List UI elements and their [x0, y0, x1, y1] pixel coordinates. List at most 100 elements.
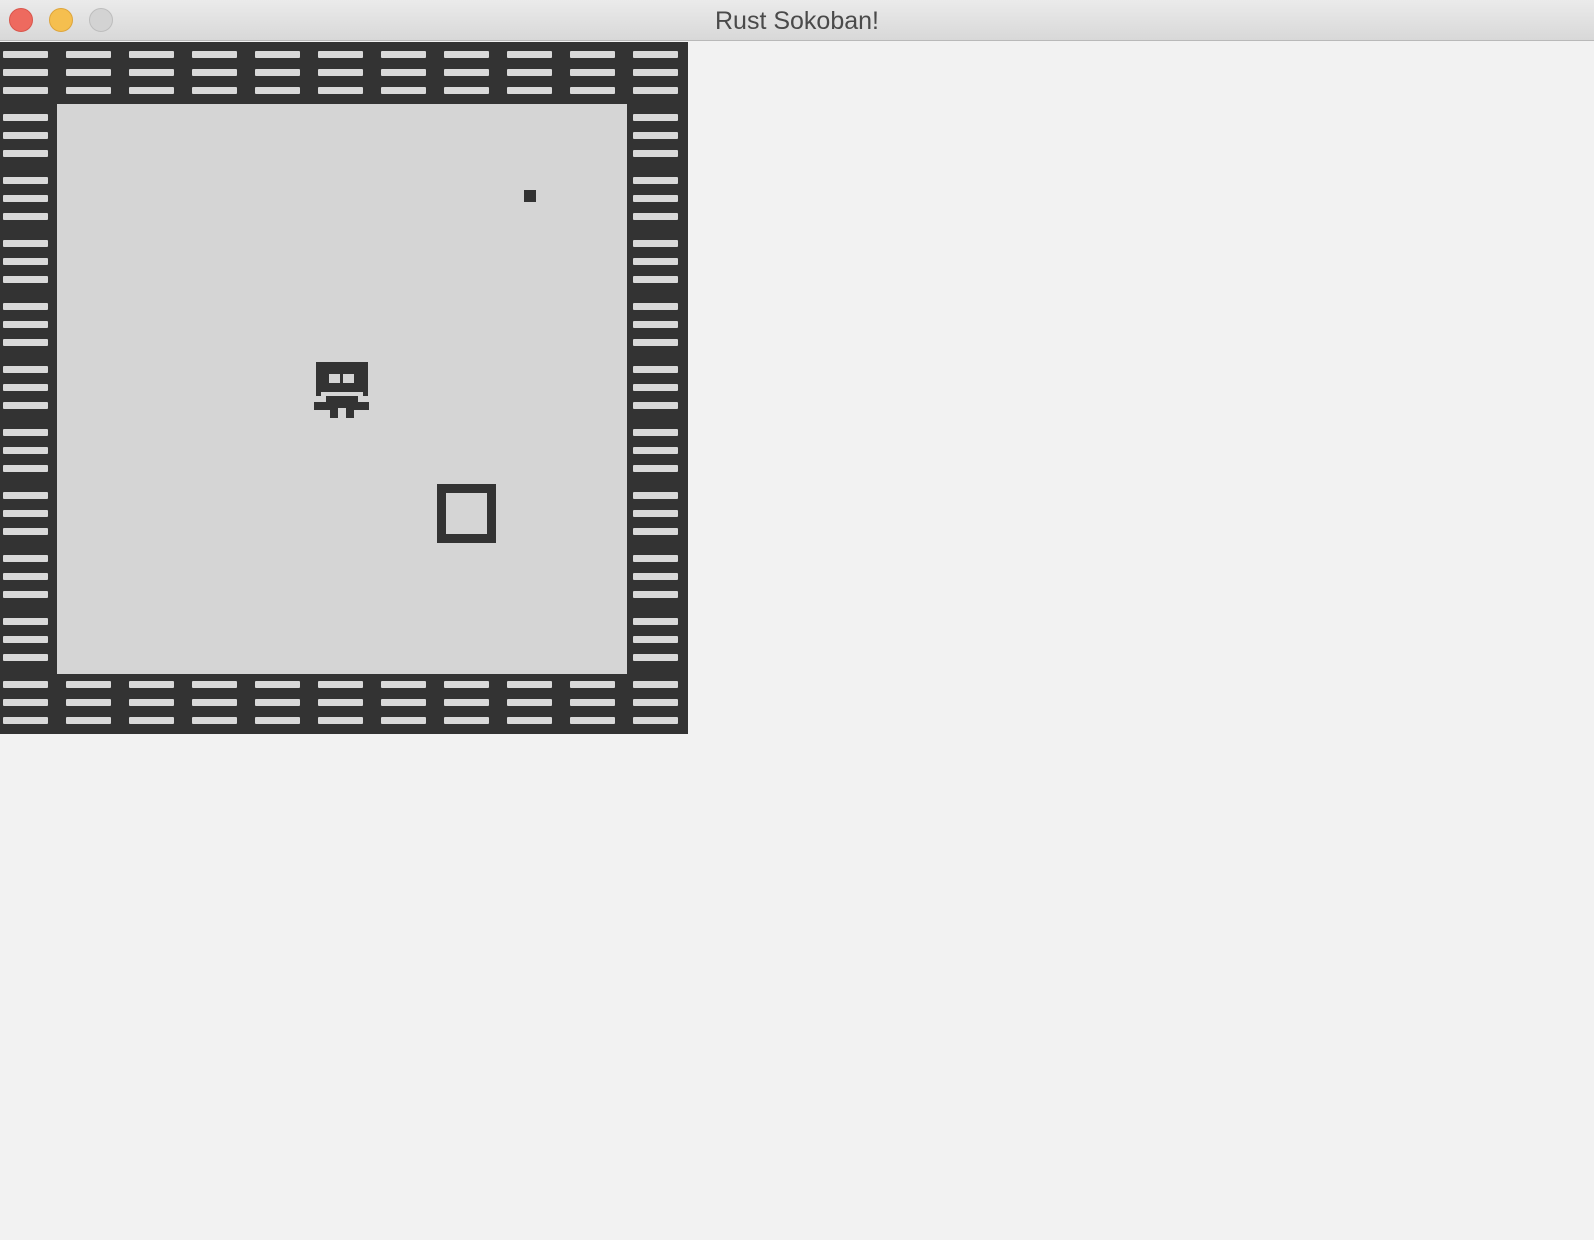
wall-stripe	[507, 51, 552, 58]
wall-stripe	[633, 618, 678, 625]
wall-stripe	[3, 429, 48, 436]
wall-stripe	[570, 87, 615, 94]
wall-stripe	[570, 51, 615, 58]
wall-stripe	[3, 555, 48, 562]
wall-tile	[633, 303, 678, 346]
wall-stripe	[507, 69, 552, 76]
wall-stripe	[633, 87, 678, 94]
wall-tile	[3, 618, 48, 661]
wall-stripe	[192, 699, 237, 706]
wall-stripe	[381, 681, 426, 688]
wall-tile	[381, 51, 426, 94]
box-spot-icon	[524, 190, 536, 202]
wall-stripe	[3, 276, 48, 283]
wall-stripe	[3, 384, 48, 391]
wall-stripe	[3, 366, 48, 373]
wall-stripe	[3, 510, 48, 517]
wall-stripe	[255, 717, 300, 724]
wall-tile	[3, 51, 48, 94]
wall-tile	[318, 51, 363, 94]
wall-tile	[633, 555, 678, 598]
wall-stripe	[3, 240, 48, 247]
wall-stripe	[129, 69, 174, 76]
wall-tile	[633, 492, 678, 535]
window-title: Rust Sokoban!	[715, 7, 879, 35]
wall-stripe	[255, 69, 300, 76]
wall-stripe	[3, 591, 48, 598]
wall-stripe	[633, 132, 678, 139]
wall-stripe	[570, 681, 615, 688]
wall-stripe	[444, 717, 489, 724]
wall-tile	[444, 51, 489, 94]
wall-stripe	[633, 366, 678, 373]
wall-tile	[633, 366, 678, 409]
wall-stripe	[633, 591, 678, 598]
wall-stripe	[3, 258, 48, 265]
wall-stripe	[633, 492, 678, 499]
wall-tile	[3, 492, 48, 535]
wall-stripe	[633, 429, 678, 436]
wall-stripe	[318, 69, 363, 76]
wall-stripe	[633, 699, 678, 706]
wall-stripe	[507, 87, 552, 94]
wall-stripe	[129, 51, 174, 58]
wall-stripe	[3, 528, 48, 535]
wall-stripe	[192, 717, 237, 724]
wall-tile	[633, 51, 678, 94]
wall-stripe	[633, 717, 678, 724]
wall-stripe	[444, 87, 489, 94]
wall-stripe	[570, 69, 615, 76]
wall-tile	[129, 681, 174, 724]
wall-stripe	[633, 447, 678, 454]
wall-stripe	[633, 654, 678, 661]
wall-tile	[3, 114, 48, 157]
wall-stripe	[444, 699, 489, 706]
wall-tile	[129, 51, 174, 94]
wall-stripe	[255, 699, 300, 706]
wall-stripe	[192, 87, 237, 94]
wall-tile	[3, 303, 48, 346]
wall-stripe	[3, 213, 48, 220]
wall-stripe	[3, 654, 48, 661]
wall-tile	[570, 681, 615, 724]
wall-stripe	[633, 51, 678, 58]
wall-stripe	[633, 321, 678, 328]
wall-stripe	[3, 573, 48, 580]
wall-stripe	[3, 69, 48, 76]
title-bar[interactable]: Rust Sokoban!	[0, 0, 1594, 41]
wall-stripe	[255, 681, 300, 688]
wall-stripe	[633, 555, 678, 562]
wall-stripe	[3, 150, 48, 157]
wall-tile	[633, 114, 678, 157]
wall-stripe	[3, 87, 48, 94]
wall-stripe	[3, 303, 48, 310]
wall-stripe	[318, 717, 363, 724]
wall-stripe	[66, 87, 111, 94]
game-board-canvas	[0, 42, 688, 734]
wall-stripe	[3, 447, 48, 454]
wall-tile	[381, 681, 426, 724]
wall-tile	[3, 555, 48, 598]
wall-stripe	[444, 51, 489, 58]
game-window: Rust Sokoban!	[0, 0, 1594, 1240]
wall-stripe	[633, 276, 678, 283]
wall-stripe	[3, 681, 48, 688]
wall-tile	[570, 51, 615, 94]
wall-stripe	[3, 195, 48, 202]
wall-stripe	[129, 681, 174, 688]
wall-stripe	[318, 51, 363, 58]
wall-tile	[255, 51, 300, 94]
wall-tile	[318, 681, 363, 724]
wall-stripe	[633, 303, 678, 310]
wall-stripe	[318, 87, 363, 94]
wall-stripe	[3, 465, 48, 472]
wall-stripe	[318, 681, 363, 688]
wall-stripe	[3, 699, 48, 706]
wall-stripe	[633, 528, 678, 535]
game-board	[0, 42, 688, 734]
wall-stripe	[3, 618, 48, 625]
wall-stripe	[3, 339, 48, 346]
wall-tile	[633, 240, 678, 283]
wall-stripe	[3, 717, 48, 724]
wall-tile	[507, 681, 552, 724]
